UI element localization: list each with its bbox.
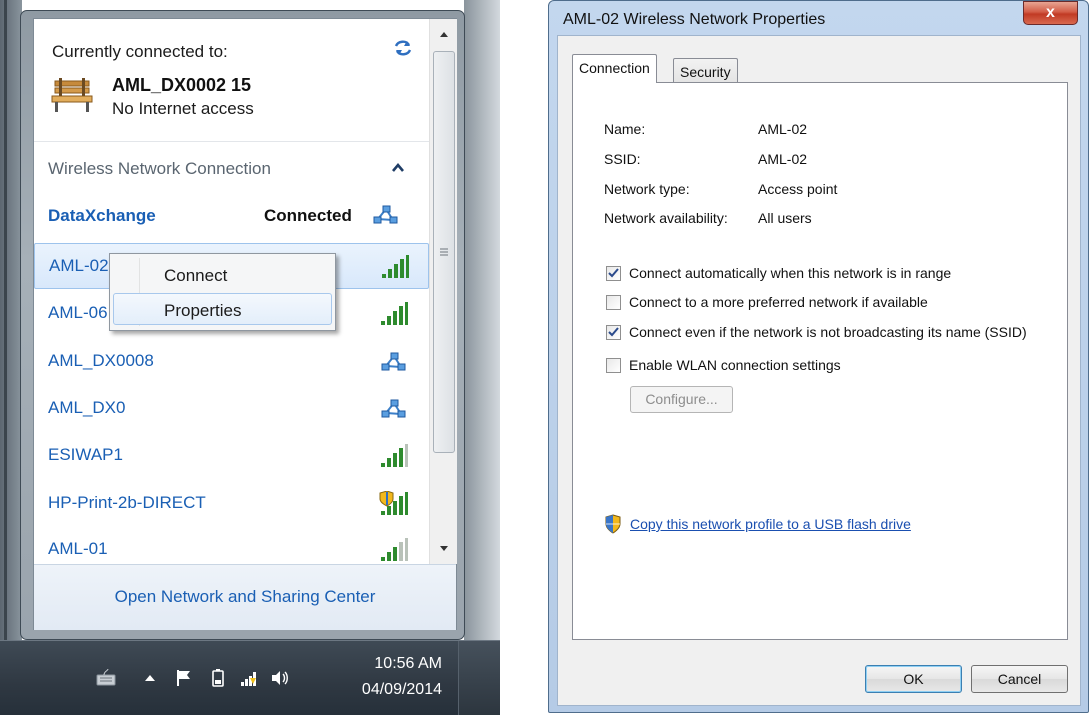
cancel-button[interactable]: Cancel	[971, 665, 1068, 693]
network-name: AML-01	[48, 539, 108, 558]
flyout-footer: Open Network and Sharing Center	[34, 564, 456, 630]
divider	[34, 141, 429, 142]
adhoc-network-icon	[381, 352, 406, 371]
adhoc-network-icon	[381, 399, 406, 418]
copy-profile-usb-link[interactable]: Copy this network profile to a USB flash…	[630, 516, 911, 532]
checkbox-more-preferred[interactable]	[606, 295, 621, 310]
currently-connected-label: Currently connected to:	[52, 42, 228, 61]
network-row-esiwap1[interactable]: ESIWAP1	[34, 433, 429, 479]
clock-date[interactable]: 04/09/2014	[344, 681, 442, 699]
checkmark-icon	[608, 268, 619, 278]
network-name: AML_DX0	[48, 398, 126, 417]
property-label: SSID:	[604, 151, 641, 167]
property-label: Network availability:	[604, 210, 728, 226]
wifi-signal-icon	[381, 538, 408, 561]
scroll-down-arrow-icon[interactable]	[430, 534, 458, 564]
configure-button[interactable]: Configure...	[630, 386, 733, 413]
public-network-bench-icon	[51, 78, 93, 112]
property-label: Network type:	[604, 181, 690, 197]
network-name: ESIWAP1	[48, 445, 123, 464]
volume-icon[interactable]	[270, 669, 290, 687]
network-signal-icon[interactable]	[240, 669, 260, 687]
close-button[interactable]: x	[1023, 1, 1078, 25]
network-row-aml-dx0[interactable]: AML_DX0	[34, 386, 429, 432]
clock-time[interactable]: 10:56 AM	[356, 655, 442, 673]
refresh-icon[interactable]	[392, 37, 414, 59]
network-flyout-screenshot: Currently connected to: AML_DX0002 15 No…	[0, 0, 500, 715]
network-list-scrollbar[interactable]	[429, 19, 457, 564]
wireless-properties-dialog: AML-02 Wireless Network Properties x Con…	[548, 0, 1089, 713]
action-center-flag-icon[interactable]	[174, 669, 194, 687]
network-name: AML_DX0008	[48, 351, 154, 370]
network-name: HP-Print-2b-DIRECT	[48, 493, 206, 512]
checkmark-icon	[608, 327, 619, 337]
secured-wifi-icon	[379, 491, 408, 515]
property-label: Name:	[604, 121, 646, 137]
checkbox-connect-not-broadcasting[interactable]	[606, 325, 621, 340]
network-name: AML-06	[48, 303, 108, 322]
wifi-signal-icon	[382, 255, 409, 278]
property-value: AML-02	[758, 151, 808, 167]
wifi-signal-icon	[381, 444, 408, 467]
ok-button[interactable]: OK	[865, 665, 962, 693]
network-row-hp-print[interactable]: HP-Print-2b-DIRECT	[34, 481, 429, 527]
uac-shield-icon	[605, 514, 621, 534]
network-dataxchange-name[interactable]: DataXchange	[48, 206, 156, 226]
battery-icon[interactable]	[208, 669, 228, 687]
property-value: All users	[758, 210, 812, 226]
checkbox-label[interactable]: Connect automatically when this network …	[629, 265, 951, 281]
grip-icon	[440, 248, 448, 256]
menu-item-connect[interactable]: Connect	[113, 258, 332, 290]
checkbox-connect-automatically[interactable]	[606, 266, 621, 281]
network-row-aml-dx0008[interactable]: AML_DX0008	[34, 339, 429, 385]
chevron-up-icon[interactable]	[391, 162, 405, 174]
scroll-thumb[interactable]	[433, 51, 455, 453]
property-value: Access point	[758, 181, 838, 197]
desktop-background	[464, 0, 500, 640]
wifi-signal-icon	[381, 302, 408, 325]
menu-item-properties[interactable]: Properties	[113, 293, 332, 325]
current-network-status: No Internet access	[112, 99, 254, 118]
keyboard-icon[interactable]	[96, 669, 116, 687]
tab-security[interactable]: Security	[673, 58, 738, 84]
show-hidden-icons-icon[interactable]	[140, 669, 160, 687]
connection-tab-panel: Name: AML-02 SSID: AML-02 Network type: …	[572, 82, 1068, 640]
show-desktop-button[interactable]	[458, 641, 500, 715]
adhoc-network-icon	[373, 205, 398, 224]
property-value: AML-02	[758, 121, 808, 137]
network-dataxchange-status: Connected	[264, 206, 352, 225]
section-title-wireless: Wireless Network Connection	[48, 159, 271, 178]
tab-connection[interactable]: Connection	[572, 54, 657, 83]
network-name: AML-02	[49, 256, 109, 275]
dialog-body: Connection Security Name: AML-02 SSID: A…	[557, 35, 1081, 706]
checkbox-label[interactable]: Connect to a more preferred network if a…	[629, 294, 928, 310]
checkbox-label[interactable]: Enable WLAN connection settings	[629, 357, 841, 373]
scroll-up-arrow-icon[interactable]	[430, 19, 458, 49]
checkbox-label[interactable]: Connect even if the network is not broad…	[629, 324, 1027, 340]
taskbar: 10:56 AM 04/09/2014	[0, 640, 500, 715]
desktop-background	[0, 0, 22, 640]
dialog-title: AML-02 Wireless Network Properties	[563, 11, 826, 28]
context-menu: Connect Properties	[109, 253, 336, 331]
current-network-name: AML_DX0002 15	[112, 75, 252, 95]
open-network-sharing-center-link[interactable]: Open Network and Sharing Center	[34, 587, 456, 607]
checkbox-enable-wlan-settings[interactable]	[606, 358, 621, 373]
